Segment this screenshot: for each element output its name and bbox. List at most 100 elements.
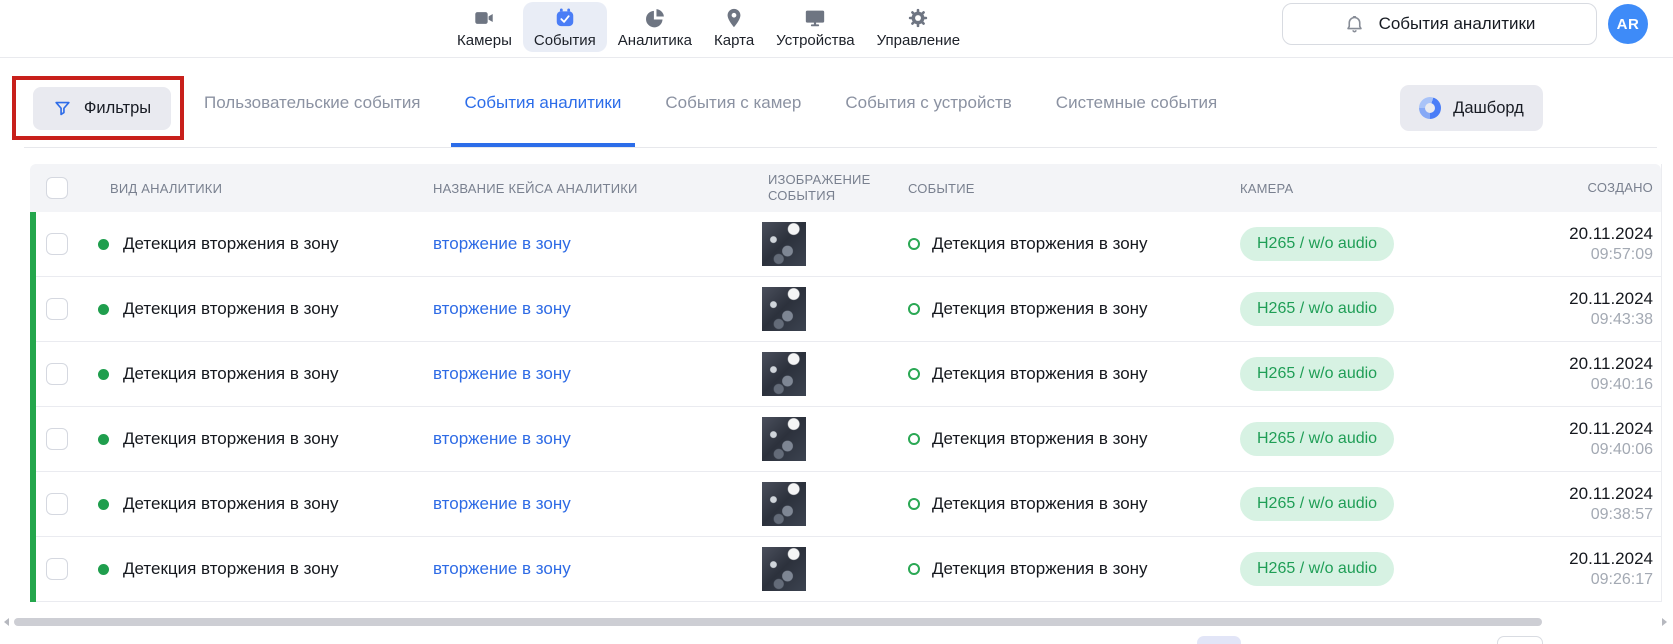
tab-system-events[interactable]: Системные события [1056, 58, 1217, 147]
horizontal-scrollbar-thumb[interactable] [14, 618, 1542, 626]
pagination-page-button[interactable] [1197, 636, 1241, 644]
case-link[interactable]: вторжение в зону [433, 559, 571, 578]
analytics-type-label: Детекция вторжения в зону [123, 559, 339, 579]
event-cell: Детекция вторжения в зону [860, 234, 1210, 254]
event-thumbnail[interactable] [762, 482, 806, 526]
created-time: 09:57:09 [1420, 245, 1653, 266]
nav-item-map[interactable]: Карта [703, 2, 765, 52]
table-row[interactable]: Детекция вторжения в зону вторжение в зо… [30, 472, 1661, 537]
event-image-cell [700, 417, 860, 461]
notification-button-label: События аналитики [1379, 14, 1536, 34]
event-thumbnail[interactable] [762, 222, 806, 266]
event-tabs: Пользовательские события События аналити… [204, 58, 1217, 147]
table-row[interactable]: Детекция вторжения в зону вторжение в зо… [30, 342, 1661, 407]
analytics-type-cell: Детекция вторжения в зону [88, 429, 425, 449]
camera-cell: H265 / w/o audio [1210, 227, 1420, 261]
table-row[interactable]: Детекция вторжения в зону вторжение в зо… [30, 212, 1661, 277]
row-checkbox[interactable] [46, 493, 68, 515]
nav-label: События [534, 32, 596, 49]
scroll-left-arrow-icon[interactable] [4, 618, 9, 626]
row-checkbox[interactable] [46, 233, 68, 255]
event-status-ring-icon [908, 303, 920, 315]
header-analytics-type: ВИД АНАЛИТИКИ [88, 181, 425, 196]
created-cell: 20.11.2024 09:26:17 [1420, 548, 1661, 591]
nav-item-devices[interactable]: Устройства [765, 2, 865, 52]
tab-device-events[interactable]: События с устройств [845, 58, 1011, 147]
donut-chart-icon [1419, 97, 1441, 119]
created-date: 20.11.2024 [1420, 223, 1653, 245]
pagination-page-size-button[interactable] [1497, 636, 1543, 644]
scroll-right-arrow-icon[interactable] [1662, 618, 1667, 626]
camera-cell: H265 / w/o audio [1210, 552, 1420, 586]
filters-button[interactable]: Фильтры [33, 87, 171, 130]
status-dot-icon [98, 304, 109, 315]
horizontal-scrollbar[interactable] [0, 616, 1673, 628]
table-header-row: ВИД АНАЛИТИКИ НАЗВАНИЕ КЕЙСА АНАЛИТИКИ И… [30, 164, 1661, 212]
select-all-checkbox[interactable] [46, 177, 68, 199]
case-link[interactable]: вторжение в зону [433, 494, 571, 513]
tab-user-events[interactable]: Пользовательские события [204, 58, 421, 147]
created-time: 09:38:57 [1420, 505, 1653, 526]
event-image-cell [700, 482, 860, 526]
nav-item-analytics[interactable]: Аналитика [607, 2, 703, 52]
camera-badge[interactable]: H265 / w/o audio [1240, 552, 1394, 586]
created-cell: 20.11.2024 09:57:09 [1420, 223, 1661, 266]
analytics-type-label: Детекция вторжения в зону [123, 429, 339, 449]
status-dot-icon [98, 369, 109, 380]
analytics-type-cell: Детекция вторжения в зону [88, 494, 425, 514]
camera-badge[interactable]: H265 / w/o audio [1240, 422, 1394, 456]
event-label: Детекция вторжения в зону [932, 494, 1148, 514]
case-link[interactable]: вторжение в зону [433, 234, 571, 253]
event-status-ring-icon [908, 238, 920, 250]
created-cell: 20.11.2024 09:43:38 [1420, 288, 1661, 331]
event-label: Детекция вторжения в зону [932, 429, 1148, 449]
event-thumbnail[interactable] [762, 547, 806, 591]
row-checkbox-cell [30, 363, 88, 385]
created-date: 20.11.2024 [1420, 483, 1653, 505]
case-name-cell: вторжение в зону [425, 234, 700, 254]
dashboard-button-label: Дашборд [1453, 99, 1524, 118]
table-row[interactable]: Детекция вторжения в зону вторжение в зо… [30, 537, 1661, 602]
status-dot-icon [98, 499, 109, 510]
analytics-type-label: Детекция вторжения в зону [123, 494, 339, 514]
analytics-events-notification-button[interactable]: События аналитики [1282, 3, 1597, 45]
row-checkbox[interactable] [46, 428, 68, 450]
event-thumbnail[interactable] [762, 417, 806, 461]
row-checkbox[interactable] [46, 363, 68, 385]
event-label: Детекция вторжения в зону [932, 364, 1148, 384]
table-row[interactable]: Детекция вторжения в зону вторжение в зо… [30, 407, 1661, 472]
case-link[interactable]: вторжение в зону [433, 299, 571, 318]
camera-badge[interactable]: H265 / w/o audio [1240, 292, 1394, 326]
analytics-type-label: Детекция вторжения в зону [123, 234, 339, 254]
nav-item-management[interactable]: Управление [866, 2, 971, 52]
event-status-ring-icon [908, 433, 920, 445]
event-thumbnail[interactable] [762, 352, 806, 396]
camera-cell: H265 / w/o audio [1210, 292, 1420, 326]
top-bar: Камеры События Аналитика Карта [0, 0, 1673, 58]
tab-analytics-events[interactable]: События аналитики [465, 58, 622, 147]
created-cell: 20.11.2024 09:38:57 [1420, 483, 1661, 526]
camera-badge[interactable]: H265 / w/o audio [1240, 227, 1394, 261]
events-table: ВИД АНАЛИТИКИ НАЗВАНИЕ КЕЙСА АНАЛИТИКИ И… [30, 164, 1662, 602]
camera-badge[interactable]: H265 / w/o audio [1240, 487, 1394, 521]
event-cell: Детекция вторжения в зону [860, 299, 1210, 319]
event-cell: Детекция вторжения в зону [860, 429, 1210, 449]
case-link[interactable]: вторжение в зону [433, 364, 571, 383]
events-calendar-icon [553, 7, 577, 29]
created-cell: 20.11.2024 09:40:06 [1420, 418, 1661, 461]
user-avatar[interactable]: AR [1608, 4, 1648, 44]
row-checkbox[interactable] [46, 298, 68, 320]
tab-camera-events[interactable]: События с камер [665, 58, 801, 147]
camera-cell: H265 / w/o audio [1210, 422, 1420, 456]
dashboard-button[interactable]: Дашборд [1400, 85, 1543, 131]
event-thumbnail[interactable] [762, 287, 806, 331]
camera-badge[interactable]: H265 / w/o audio [1240, 357, 1394, 391]
case-name-cell: вторжение в зону [425, 559, 700, 579]
map-pin-icon [722, 7, 746, 29]
header-event: СОБЫТИЕ [860, 181, 1210, 196]
nav-item-events[interactable]: События [523, 2, 607, 52]
row-checkbox[interactable] [46, 558, 68, 580]
nav-item-cameras[interactable]: Камеры [446, 2, 523, 52]
table-row[interactable]: Детекция вторжения в зону вторжение в зо… [30, 277, 1661, 342]
case-link[interactable]: вторжение в зону [433, 429, 571, 448]
